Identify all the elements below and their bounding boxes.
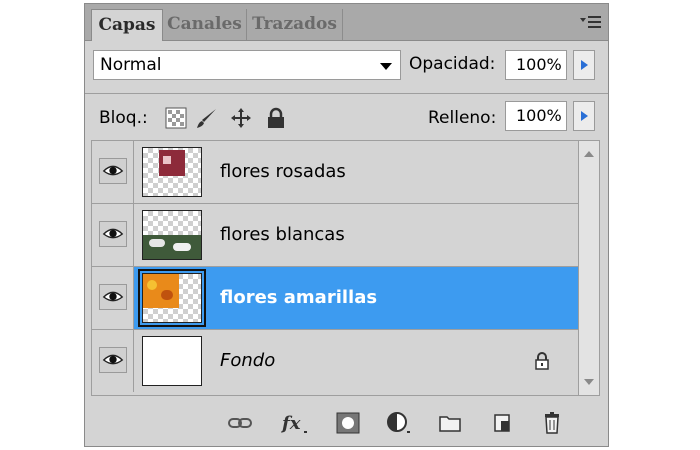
- fill-label: Relleno:: [428, 108, 497, 128]
- layer-name[interactable]: Fondo: [220, 350, 275, 371]
- lock-transparent-pixels-icon[interactable]: [165, 107, 187, 129]
- layer-row-flores-blancas[interactable]: flores blancas: [92, 204, 578, 267]
- layer-name[interactable]: flores blancas: [220, 224, 345, 245]
- fill-input[interactable]: 100%: [505, 101, 567, 131]
- new-layer-icon[interactable]: [487, 408, 517, 438]
- tab-canales[interactable]: Canales: [163, 9, 247, 40]
- layer-name[interactable]: flores amarillas: [220, 287, 377, 308]
- lock-all-icon[interactable]: [265, 107, 287, 129]
- lock-position-icon[interactable]: [229, 107, 253, 129]
- chevron-down-icon: [380, 63, 392, 70]
- arrow-right-icon: [581, 60, 588, 70]
- link-layers-icon[interactable]: [225, 408, 255, 438]
- layer-row-flores-amarillas[interactable]: flores amarillas: [92, 267, 578, 330]
- layer-lock-icon: [535, 352, 549, 370]
- yellow-flower-blob: [161, 290, 173, 300]
- layers-list: flores rosadas flores blancas flores ama…: [91, 140, 578, 396]
- blend-mode-value: Normal: [100, 55, 162, 75]
- adjustment-layer-icon[interactable]: [383, 408, 413, 438]
- panel-menu-icon[interactable]: [580, 14, 602, 30]
- opacity-input[interactable]: 100%: [505, 50, 567, 80]
- layers-panel: Capas Canales Trazados Normal Opacidad: …: [84, 3, 609, 447]
- yellow-flower-blob: [147, 280, 157, 290]
- tab-trazados[interactable]: Trazados: [247, 9, 343, 40]
- visibility-cell[interactable]: [92, 141, 134, 203]
- opacity-label: Opacidad:: [409, 54, 496, 74]
- lock-image-pixels-icon[interactable]: [195, 107, 219, 129]
- visibility-cell[interactable]: [92, 204, 134, 266]
- eye-icon[interactable]: [99, 158, 127, 184]
- divider: [85, 93, 608, 94]
- tab-capas[interactable]: Capas: [91, 9, 163, 41]
- visibility-cell[interactable]: [92, 330, 134, 392]
- arrow-right-icon: [581, 111, 588, 121]
- layer-thumbnail: [142, 210, 202, 260]
- eye-icon[interactable]: [99, 347, 127, 373]
- layer-thumbnail: [138, 269, 206, 327]
- fill-slider-button[interactable]: [573, 101, 595, 131]
- white-flower-blob: [173, 243, 191, 251]
- eye-icon[interactable]: [99, 221, 127, 247]
- new-group-icon[interactable]: [435, 408, 465, 438]
- blend-mode-select[interactable]: Normal: [93, 50, 401, 80]
- fx-icon[interactable]: fx: [280, 408, 310, 438]
- scroll-up-icon[interactable]: [584, 151, 594, 157]
- layer-thumbnail: [142, 147, 202, 197]
- layer-row-fondo[interactable]: Fondo: [92, 330, 578, 393]
- layers-scrollbar[interactable]: [578, 140, 600, 396]
- trash-icon[interactable]: [537, 408, 567, 438]
- layer-thumbnail: [142, 336, 202, 386]
- layer-name[interactable]: flores rosadas: [220, 161, 346, 182]
- lock-label: Bloq.:: [99, 108, 148, 128]
- visibility-cell[interactable]: [92, 267, 134, 329]
- svg-text:fx: fx: [280, 413, 301, 434]
- pink-flowers-highlight: [163, 156, 171, 164]
- eye-icon[interactable]: [99, 284, 127, 310]
- layer-mask-icon[interactable]: [333, 408, 363, 438]
- scroll-down-icon[interactable]: [584, 379, 594, 385]
- opacity-slider-button[interactable]: [573, 50, 595, 80]
- white-flower-blob: [149, 239, 165, 247]
- panel-footer: fx: [85, 402, 608, 446]
- panel-tab-bar: Capas Canales Trazados: [85, 4, 608, 41]
- layer-row-flores-rosadas[interactable]: flores rosadas: [92, 141, 578, 204]
